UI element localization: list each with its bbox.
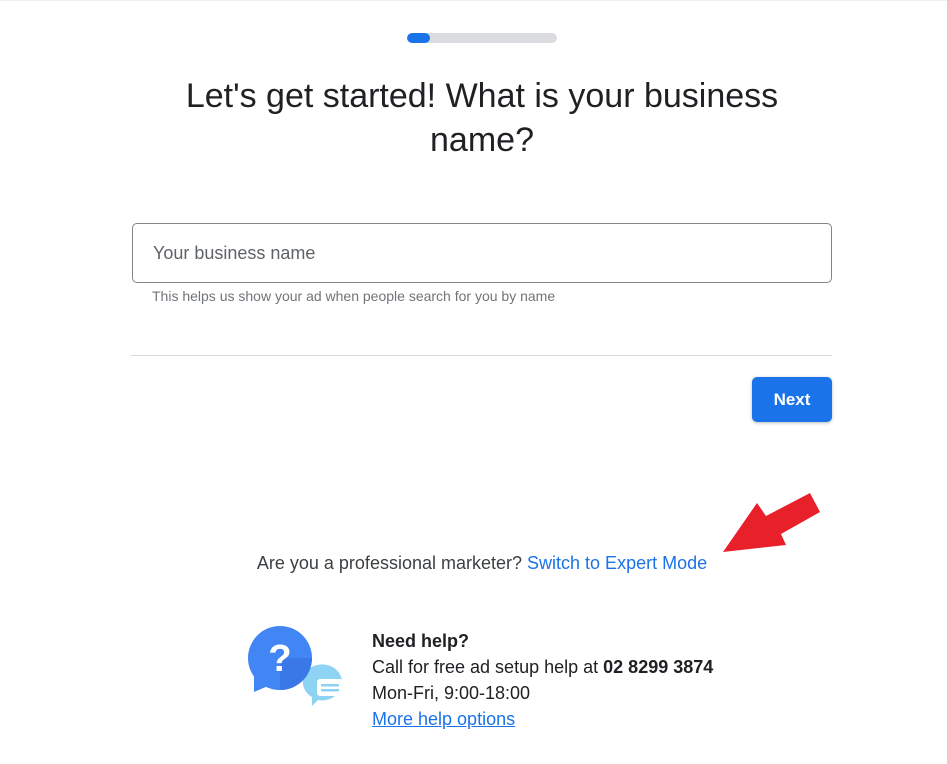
business-name-field[interactable] [132, 223, 832, 283]
help-call-line: Call for free ad setup help at 02 8299 3… [372, 654, 713, 680]
expert-mode-prompt: Are you a professional marketer? Switch … [0, 553, 947, 574]
switch-to-expert-mode-link[interactable]: Switch to Expert Mode [527, 553, 707, 573]
svg-text:?: ? [268, 638, 291, 680]
progress-bar [407, 33, 557, 43]
next-button[interactable]: Next [752, 377, 832, 422]
help-title: Need help? [372, 631, 470, 651]
progress-fill [407, 33, 430, 43]
divider [131, 355, 832, 356]
help-hours: Mon-Fri, 9:00-18:00 [372, 683, 531, 703]
top-border [0, 0, 947, 1]
expert-mode-question: Are you a professional marketer? [256, 553, 523, 573]
more-help-options-link[interactable]: More help options [372, 709, 515, 729]
help-call-text: Call for free ad setup help at [372, 657, 599, 677]
business-name-input[interactable] [153, 224, 813, 282]
red-arrow-icon [723, 493, 820, 552]
help-phone-number: 02 8299 3874 [603, 657, 714, 677]
help-section: Need help? Call for free ad setup help a… [372, 628, 713, 732]
help-chat-icon: ? [248, 626, 343, 706]
page-title: Let's get started! What is your business… [185, 77, 779, 159]
business-name-helper-text: This helps us show your ad when people s… [152, 288, 556, 304]
